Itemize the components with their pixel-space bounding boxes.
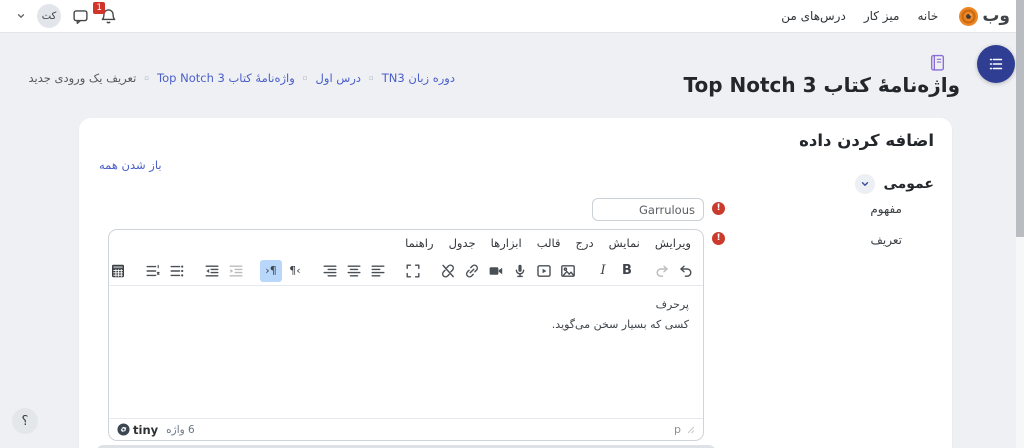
brand-swirl-icon [958,6,979,27]
breadcrumb-separator: ▫ [369,74,374,82]
editor-paragraph: پرحرف [123,295,689,315]
collapse-section-button[interactable] [855,174,875,194]
menu-ابزارها[interactable]: ابزارها [491,236,522,250]
breadcrumb-item[interactable]: درس اول [316,71,361,85]
menu-ویرایش[interactable]: ویرایش [655,236,691,250]
brand-text: وب [982,6,1010,26]
open-block-drawer-button[interactable] [977,45,1015,83]
required-icon: ! [712,232,725,245]
video-button[interactable] [533,260,555,282]
resize-grip-icon[interactable] [687,426,695,434]
toolbar-group [402,260,424,282]
italic-button[interactable]: I [592,260,614,282]
nav-item[interactable]: میز کار [864,9,900,23]
breadcrumb-item: تعریف یک ورودی جدید [28,71,136,85]
menu-قالب[interactable]: قالب [537,236,561,250]
link-button[interactable] [461,260,483,282]
breadcrumb-item[interactable]: واژه‌نامهٔ کتاب Top Notch 3 [157,71,295,85]
add-entry-card: اضافه کردن داده باز شدن همه عمومی مفهوم … [79,118,952,448]
redo-button [651,260,673,282]
user-avatar[interactable]: کت [37,4,61,28]
toolbar-group [651,260,697,282]
notification-badge: 1 [93,2,105,15]
concept-input[interactable] [592,198,704,221]
tinymce-logo[interactable]: tiny [117,423,158,437]
top-navbar: وب خانه میز کار درس‌های من کت 1 [0,0,1024,33]
editor-content-area[interactable]: پرحرفکسی که بسیار سخن می‌گوید. [109,286,703,418]
toolbar-group: BI [592,260,638,282]
align-center-button[interactable] [343,260,365,282]
toolbar-group [319,260,389,282]
avatar-initials: کت [42,11,57,22]
bold-button[interactable]: B [616,260,638,282]
unlink-button[interactable] [437,260,459,282]
section-title: عمومی [883,176,934,192]
align-right-button[interactable] [319,260,341,282]
required-icon: ! [712,202,725,215]
editor-toolbar: BI ›¶¶‹ [109,256,703,286]
editor-statusbar: tiny 6 واژه p [109,418,703,440]
list-numbered-button[interactable] [142,260,164,282]
align-left-button[interactable] [367,260,389,282]
rtl-button[interactable]: ¶‹ [260,260,282,282]
site-logo[interactable]: وب [958,6,1010,27]
nav-item[interactable]: درس‌های من [781,9,846,23]
image-button[interactable] [557,260,579,282]
word-count: 6 واژه [166,424,195,436]
microphone-button[interactable] [509,260,531,282]
outdent-button[interactable] [201,260,223,282]
breadcrumb: دوره زبان TN3 ▫ درس اول ▫ واژه‌نامهٔ کتاب To… [28,71,455,85]
breadcrumb-separator: ▫ [144,74,149,82]
page-title: واژه‌نامهٔ کتاب Top Notch 3 [684,73,961,97]
menu-راهنما[interactable]: راهنما [405,236,433,250]
user-menu-chevron-icon[interactable] [16,11,26,21]
element-path[interactable]: p [674,423,681,436]
editor-menubar: ویرایش نمایش درج قالب ابزارها جدول راهنما [109,230,703,256]
help-button[interactable]: ؟ [12,408,38,434]
editor-paragraph: کسی که بسیار سخن می‌گوید. [123,315,689,335]
concept-label: مفهوم [870,202,902,216]
list-bullet-button[interactable] [166,260,188,282]
navbar-menu: خانه میز کار درس‌های من [781,9,938,23]
notifications-bell-icon[interactable]: 1 [100,8,117,25]
indent-button [225,260,247,282]
toolbar-group [201,260,247,282]
menu-جدول[interactable]: جدول [449,236,476,250]
undo-button[interactable] [675,260,697,282]
toolbar-group [108,260,129,282]
toolbar-group: ›¶¶‹ [260,260,306,282]
toolbar-group [142,260,188,282]
breadcrumb-item[interactable]: دوره زبان TN3 [382,71,455,85]
definition-editor: ویرایش نمایش درج قالب ابزارها جدول راهنما BI ›¶… [108,229,704,441]
tinymce-brand-text: tiny [133,423,158,437]
nav-item[interactable]: خانه [917,9,938,23]
media-button[interactable] [485,260,507,282]
breadcrumb-separator: ▫ [303,74,308,82]
menu-نمایش[interactable]: نمایش [609,236,640,250]
ltr-button[interactable]: ›¶ [284,260,306,282]
fullscreen-button[interactable] [402,260,424,282]
page-scrollbar [1016,0,1024,448]
expand-all-link[interactable]: باز شدن همه [99,158,162,172]
definition-label: تعریف [870,233,902,247]
toolbar-group [437,260,579,282]
messages-icon[interactable] [72,8,89,25]
general-section-header: عمومی [855,174,934,194]
grid-button[interactable] [108,260,129,282]
menu-درج[interactable]: درج [576,236,594,250]
scrollbar-thumb[interactable] [1016,0,1024,237]
card-heading: اضافه کردن داده [799,131,934,150]
